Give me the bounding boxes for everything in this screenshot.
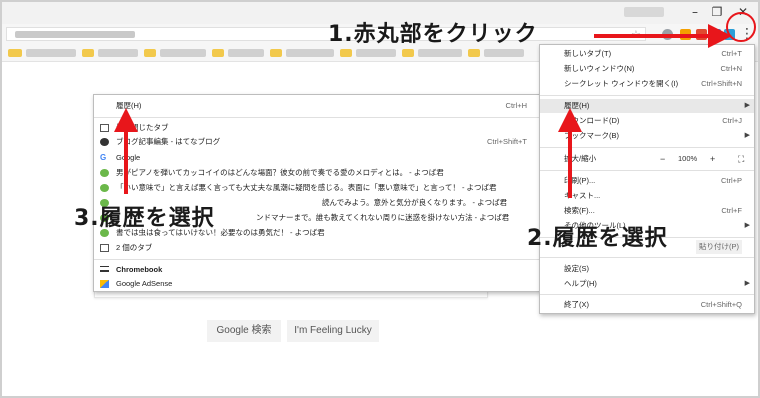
step3-label: 3.履歴を選択 xyxy=(74,206,215,231)
step1-label: 1.赤丸部をクリック xyxy=(328,22,538,47)
step2-label: 2.履歴を選択 xyxy=(527,226,668,251)
browser-window: – ❐ ✕ ☆ ⋮ Google 検索 I'm Fe xyxy=(0,0,760,398)
